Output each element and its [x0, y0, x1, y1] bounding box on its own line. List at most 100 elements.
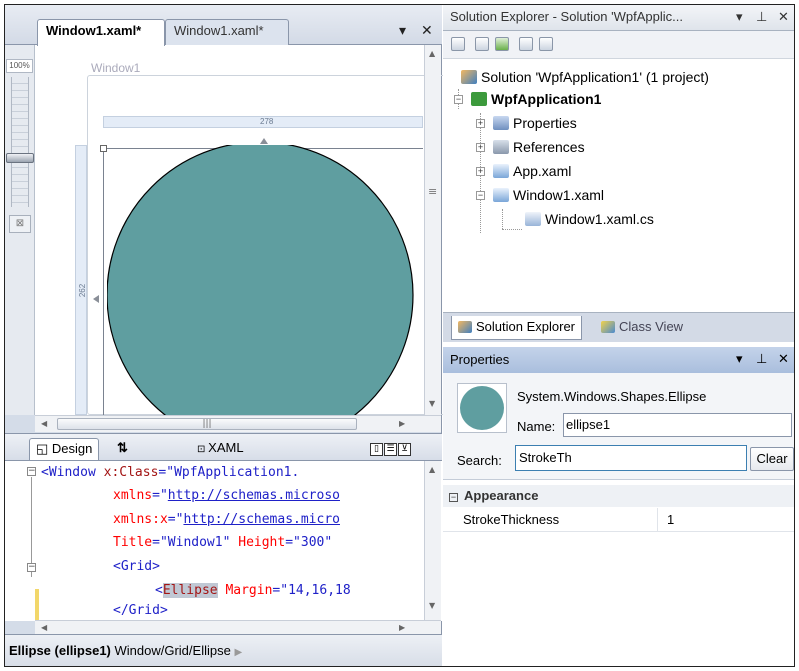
pin-icon[interactable]: ⊥ — [756, 351, 767, 367]
close-icon[interactable]: ✕ — [778, 351, 789, 367]
designer-vertical-scrollbar[interactable]: ▲ ≡ ▼ — [424, 45, 441, 415]
code-token: <Grid> — [113, 559, 160, 574]
tab-window1-xaml-active[interactable]: Window1.xaml* — [37, 19, 165, 46]
property-value[interactable]: 1 — [667, 512, 674, 527]
window-title: Window1 — [91, 61, 141, 75]
collapse-pane-icon[interactable]: ⊻ — [398, 443, 411, 456]
refresh-icon[interactable] — [495, 37, 509, 51]
tab-window1-xaml-inactive[interactable]: Window1.xaml* — [165, 19, 289, 45]
code-token: <Window — [41, 465, 104, 480]
code-token: ="Window1" — [152, 535, 231, 550]
property-search-input[interactable]: StrokeTh — [515, 445, 747, 471]
designer-pane: Window1.xaml* Window1.xaml* ▾ ✕ 100% ⊠ W… — [5, 5, 447, 666]
ellipse-preview-icon — [460, 386, 504, 430]
collapse-category-icon[interactable]: − — [449, 493, 458, 502]
class-view-tab-label: Class View — [619, 319, 684, 334]
swap-panes-icon[interactable]: ⇅ — [111, 438, 134, 460]
ellipse1-circle[interactable] — [107, 145, 414, 415]
tab-class-view[interactable]: Class View — [595, 316, 689, 340]
fold-window-icon[interactable]: − — [27, 467, 36, 476]
margin-anchor-left-icon[interactable] — [93, 295, 99, 303]
element-path[interactable]: Window/Grid/Ellipse — [115, 643, 231, 658]
scroll-up-icon[interactable]: ▲ — [429, 465, 435, 474]
tree-item-solution[interactable]: Solution 'WpfApplication1' (1 project) — [461, 67, 709, 87]
scroll-left-icon[interactable]: ◀ — [41, 623, 47, 632]
scroll-right-icon[interactable]: ▶ — [399, 419, 405, 428]
tab-solution-explorer[interactable]: Solution Explorer — [451, 316, 582, 340]
ellipse1-shape[interactable] — [107, 145, 425, 415]
zoom-slider-thumb[interactable] — [6, 153, 34, 163]
references-label: References — [513, 139, 585, 155]
explorer-tab-strip: Solution Explorer Class View — [443, 312, 794, 342]
show-all-files-icon[interactable] — [475, 37, 489, 51]
scroll-down-icon[interactable]: ▼ — [429, 399, 435, 408]
tree-line — [502, 229, 522, 230]
clear-search-button[interactable]: Clear — [750, 447, 794, 471]
tab-design[interactable]: ◱ Design — [29, 438, 100, 460]
tree-item-properties[interactable]: Properties — [493, 113, 577, 133]
code-token: xmlns — [113, 488, 153, 503]
code-line: </Grid> — [113, 603, 168, 619]
xaml-editor[interactable]: − − <Window x:Class="WpfApplication1. xm… — [5, 461, 442, 621]
height-value: 262 — [78, 283, 88, 298]
properties-title-bar: Properties ▾ ⊥ ✕ — [443, 347, 794, 373]
designer-horizontal-scrollbar[interactable]: ◀ ||| ▶ — [35, 415, 441, 432]
margin-anchor-top-icon[interactable] — [260, 138, 268, 144]
scroll-down-icon[interactable]: ▼ — [429, 601, 435, 610]
name-field[interactable]: ellipse1 — [563, 413, 792, 437]
window1-xaml-cs-label: Window1.xaml.cs — [545, 211, 654, 227]
selected-element[interactable]: Ellipse (ellipse1) — [9, 643, 111, 658]
collapse-project-icon[interactable]: − — [454, 95, 463, 104]
close-icon[interactable]: ✕ — [778, 9, 789, 25]
path-expand-icon[interactable]: ▶ — [234, 647, 242, 658]
pane-dropdown-icon[interactable]: ▾ — [736, 351, 743, 367]
expand-app-xaml-icon[interactable]: + — [476, 167, 485, 176]
window1-xaml-label: Window1.xaml — [513, 187, 605, 203]
tree-item-app-xaml[interactable]: App.xaml — [493, 161, 571, 181]
collapse-window1-xaml-icon[interactable]: − — [476, 191, 485, 200]
resize-handle[interactable] — [100, 145, 107, 152]
code-link[interactable]: http://schemas.microso — [168, 488, 340, 503]
view-designer-icon[interactable] — [539, 37, 553, 51]
code-token: "WpfApplication1. — [166, 465, 300, 480]
horizontal-split-icon[interactable]: ☰ — [384, 443, 397, 456]
expand-properties-icon[interactable]: + — [476, 119, 485, 128]
scroll-up-icon[interactable]: ▲ — [429, 49, 435, 58]
pin-icon[interactable]: ⊥ — [756, 9, 767, 25]
editor-horizontal-scrollbar[interactable]: ◀ ▶ — [35, 620, 441, 634]
editor-vertical-scrollbar[interactable]: ▲ ▼ — [424, 461, 441, 621]
tree-item-window1-xaml[interactable]: Window1.xaml — [493, 185, 604, 205]
horizontal-scroll-thumb[interactable]: ||| — [57, 418, 357, 430]
vertical-split-icon[interactable]: ▯ — [370, 443, 383, 456]
zoom-to-fit-icon[interactable]: ⊠ — [9, 215, 31, 233]
fold-grid-icon[interactable]: − — [27, 563, 36, 572]
property-name: StrokeThickness — [463, 512, 560, 527]
pane-dropdown-icon[interactable]: ▾ — [736, 9, 743, 25]
tree-item-project[interactable]: WpfApplication1 — [471, 89, 601, 109]
properties-toolbar-icon[interactable] — [451, 37, 465, 51]
solution-explorer-title: Solution Explorer - Solution 'WpfApplic.… — [450, 9, 683, 24]
tree-item-references[interactable]: References — [493, 137, 585, 157]
property-row-strokethickness[interactable]: StrokeThickness 1 — [443, 508, 794, 532]
view-code-icon[interactable] — [519, 37, 533, 51]
solution-tree: Solution 'WpfApplication1' (1 project) −… — [443, 59, 794, 312]
tab-list-dropdown-icon[interactable]: ▾ — [399, 23, 406, 39]
properties-title: Properties — [450, 352, 510, 367]
zoom-track[interactable] — [11, 77, 29, 207]
close-icon[interactable]: ✕ — [421, 23, 433, 39]
code-token: ="14,16,18 — [272, 583, 351, 598]
code-token: x:Class — [103, 465, 159, 480]
code-link[interactable]: http://schemas.micro — [183, 512, 340, 527]
code-token: Height — [230, 535, 286, 550]
scroll-left-icon[interactable]: ◀ — [41, 419, 47, 428]
tree-item-window1-xaml-cs[interactable]: Window1.xaml.cs — [525, 209, 654, 229]
solution-explorer-icon — [458, 321, 472, 333]
document-tab-strip: Window1.xaml* Window1.xaml* ▾ ✕ — [5, 5, 442, 46]
tab-xaml[interactable]: ⊡ XAML — [191, 438, 250, 460]
xaml-file-icon — [493, 164, 509, 178]
height-ruler: 262 — [75, 145, 87, 415]
category-appearance[interactable]: − Appearance — [443, 485, 794, 507]
expand-references-icon[interactable]: + — [476, 143, 485, 152]
scroll-right-icon[interactable]: ▶ — [399, 623, 405, 632]
right-panes: Solution Explorer - Solution 'WpfApplic.… — [443, 5, 794, 666]
